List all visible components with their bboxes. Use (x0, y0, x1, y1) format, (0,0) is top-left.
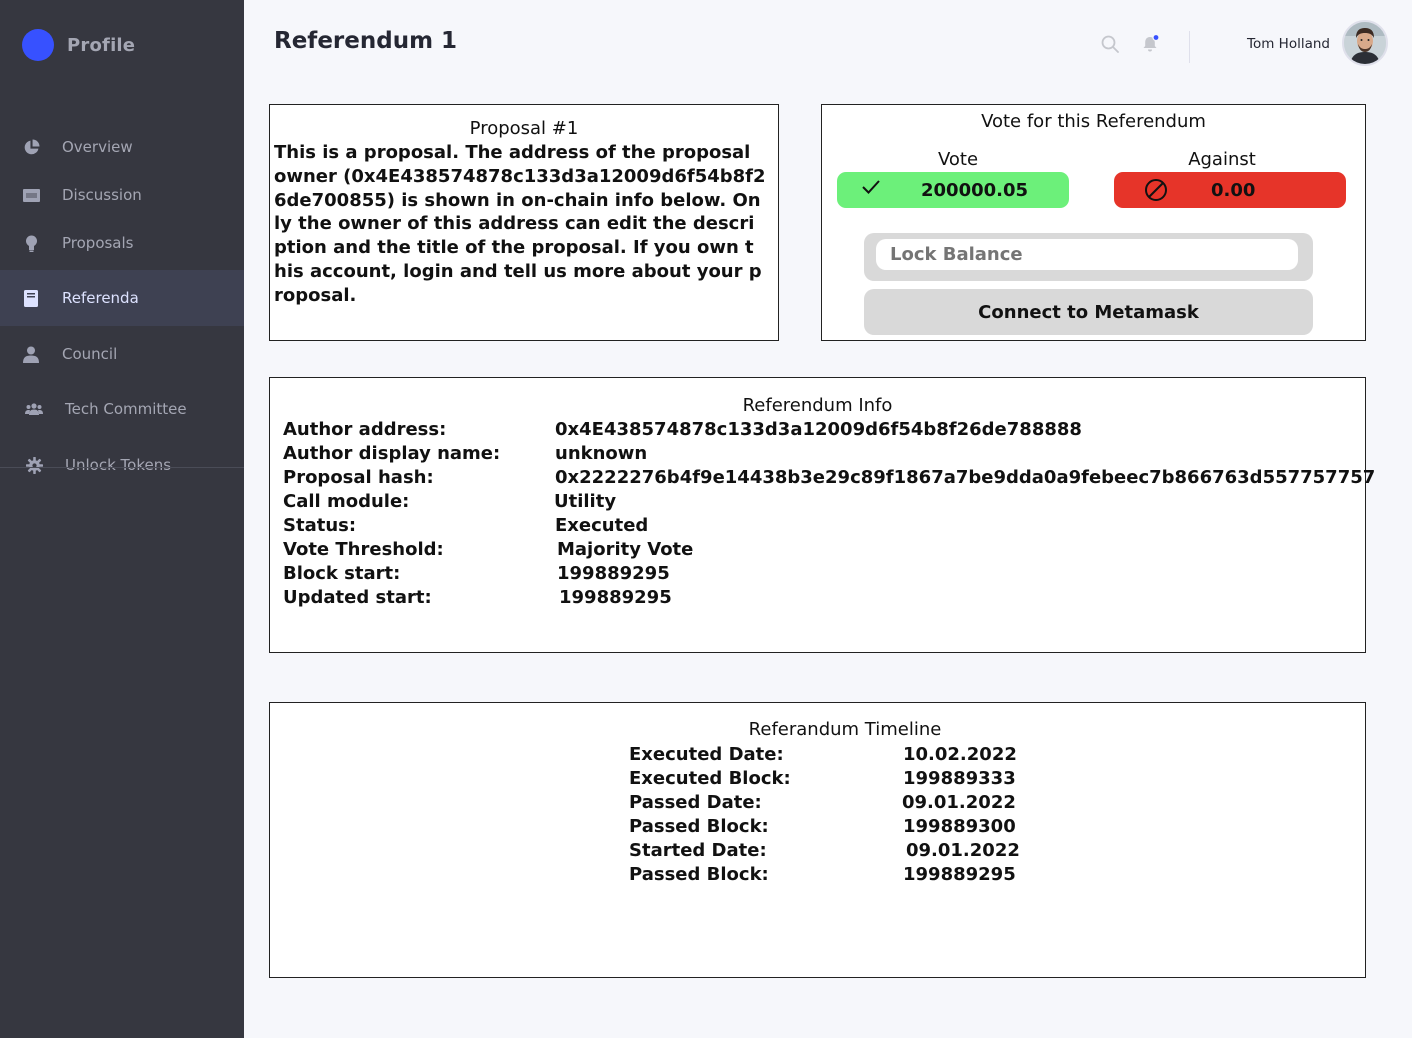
ticket-icon (22, 186, 40, 204)
user-name[interactable]: Tom Holland (1190, 36, 1330, 52)
proposal-description: This is a proposal. The address of the p… (274, 142, 766, 306)
sidebar-item-label: Discussion (62, 186, 142, 204)
person-icon (22, 345, 40, 363)
vote-aye-value: 200000.05 (921, 179, 1029, 201)
brand[interactable]: Profile (22, 29, 135, 61)
timeline-key-executed-date: Executed Date: (629, 744, 784, 765)
sidebar-item-label: Referenda (62, 289, 139, 307)
proposal-title: Proposal #1 (469, 118, 579, 139)
info-key-status: Status: (283, 515, 357, 536)
lightbulb-icon (22, 234, 40, 252)
referendum-info-title: Referendum Info (742, 395, 893, 416)
info-value-updated-start: 199889295 (559, 587, 672, 608)
sidebar-divider (0, 467, 244, 468)
timeline-value-passed-date: 09.01.2022 (902, 792, 1016, 813)
timeline-key-passed-date: Passed Date: (629, 792, 762, 813)
brand-title: Profile (67, 34, 136, 56)
lock-balance-field (864, 233, 1313, 281)
timeline-key-passed-block-2: Passed Block: (629, 864, 769, 885)
sidebar-item-label: Council (62, 345, 118, 363)
info-key-updated-start: Updated start: (283, 587, 432, 608)
timeline-key-passed-block: Passed Block: (629, 816, 769, 837)
sidebar-item-referenda[interactable]: Referenda (0, 270, 244, 326)
vote-card: Vote for this Referendum Vote Against 20… (821, 104, 1366, 341)
info-key-proposal-hash: Proposal hash: (283, 467, 434, 488)
timeline-value-passed-block: 199889300 (903, 816, 1016, 837)
gear-icon (25, 456, 43, 474)
prohibited-icon (1144, 178, 1168, 207)
referendum-info-card: Referendum Info Author address: 0x4E4385… (269, 377, 1375, 653)
vote-nay-button[interactable]: 0.00 (1114, 172, 1346, 208)
book-icon (22, 289, 40, 307)
proposal-card: Proposal #1 This is a proposal. The addr… (269, 104, 779, 341)
info-key-author-address: Author address: (283, 419, 447, 440)
pie-chart-icon (22, 138, 40, 156)
info-key-vote-threshold: Vote Threshold: (283, 539, 444, 560)
info-value-block-start: 199889295 (557, 563, 670, 584)
sidebar-item-unlock-tokens[interactable]: Unlock Tokens (0, 438, 244, 492)
page-title: Referendum 1 (274, 28, 458, 54)
avatar[interactable] (1342, 20, 1388, 66)
sidebar-item-label: Proposals (62, 234, 134, 252)
info-key-call-module: Call module: (283, 491, 410, 512)
vote-card-title: Vote for this Referendum (981, 111, 1206, 132)
checkmark-icon (861, 179, 881, 200)
connect-metamask-button[interactable]: Connect to Metamask (864, 289, 1313, 335)
info-value-call-module: Utility (554, 491, 617, 512)
sidebar-item-label: Unlock Tokens (65, 456, 172, 474)
timeline-value-started-date: 09.01.2022 (906, 840, 1020, 861)
info-value-author-display-name: unknown (555, 443, 648, 464)
vote-aye-label: Vote (937, 149, 979, 170)
vote-aye-button[interactable]: 200000.05 (837, 172, 1069, 208)
group-icon (25, 400, 43, 418)
avatar-image (1344, 22, 1386, 64)
brand-logo (22, 29, 54, 61)
sidebar-item-tech-committee[interactable]: Tech Committee (0, 382, 244, 436)
sidebar-item-discussion[interactable]: Discussion (0, 168, 244, 222)
vote-nay-value: 0.00 (1211, 179, 1256, 201)
search-icon[interactable] (1101, 35, 1119, 57)
timeline-value-executed-date: 10.02.2022 (903, 744, 1017, 765)
info-value-author-address: 0x4E438574878c133d3a12009d6f54b8f26de788… (555, 419, 1082, 440)
info-value-status: Executed (555, 515, 649, 536)
timeline-title: Referandum Timeline (748, 719, 942, 740)
sidebar: Profile Overview Discussion Proposals Re… (0, 0, 244, 1038)
lock-balance-input[interactable] (876, 239, 1298, 270)
timeline-value-executed-block: 199889333 (903, 768, 1016, 789)
timeline-value-passed-block-2: 199889295 (903, 864, 1016, 885)
sidebar-item-label: Overview (62, 138, 133, 156)
referendum-timeline-card: Referandum Timeline Executed Date: 10.02… (269, 702, 1366, 978)
sidebar-item-council[interactable]: Council (0, 327, 244, 381)
vote-nay-label: Against (1188, 149, 1256, 170)
sidebar-item-label: Tech Committee (65, 400, 187, 418)
timeline-key-started-date: Started Date: (629, 840, 767, 861)
info-value-proposal-hash: 0x2222276b4f9e14438b3e29c89f1867a7be9dda… (555, 467, 1376, 488)
info-key-author-display-name: Author display name: (283, 443, 501, 464)
notification-bell-icon[interactable] (1142, 33, 1160, 57)
timeline-key-executed-block: Executed Block: (629, 768, 791, 789)
sidebar-item-overview[interactable]: Overview (0, 120, 244, 174)
info-value-vote-threshold: Majority Vote (557, 539, 694, 560)
info-key-block-start: Block start: (283, 563, 401, 584)
sidebar-item-proposals[interactable]: Proposals (0, 216, 244, 270)
